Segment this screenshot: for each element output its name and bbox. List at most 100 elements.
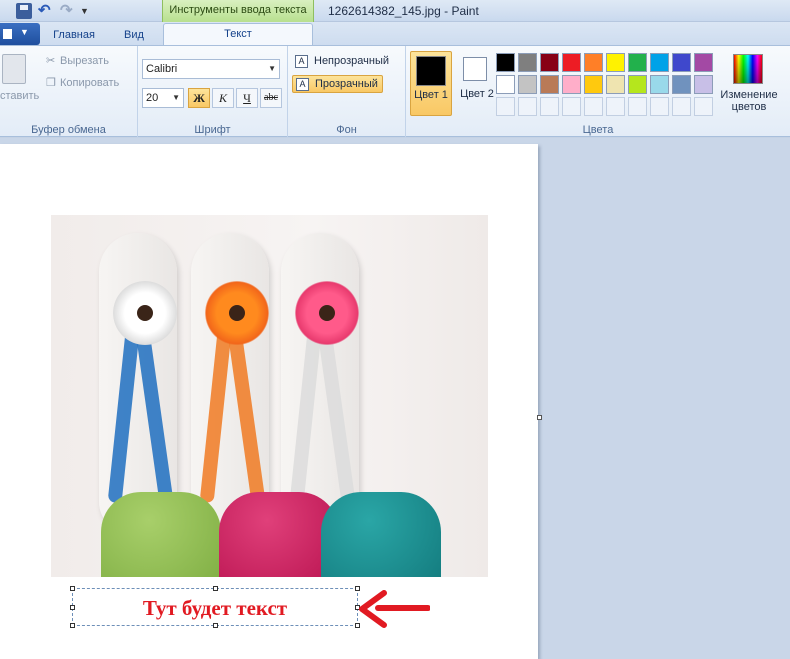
background-group-label: Фон [336, 124, 357, 136]
color-spectrum-icon [733, 54, 763, 84]
chevron-down-icon: ▼ [268, 64, 276, 73]
transparent-icon: A [296, 78, 309, 91]
copy-button[interactable]: ❐ Копировать [46, 75, 119, 91]
font-family-select[interactable]: Calibri ▼ [142, 59, 280, 79]
color-swatch[interactable] [672, 97, 691, 116]
canvas-photo [51, 215, 488, 577]
color-swatch[interactable] [540, 97, 559, 116]
color-swatch[interactable] [518, 97, 537, 116]
color-swatch[interactable] [650, 75, 669, 94]
flower-image [113, 281, 177, 345]
color2-button[interactable]: Цвет 2 [458, 51, 496, 116]
sandal-strap [316, 322, 356, 504]
resize-handle[interactable] [213, 623, 218, 628]
canvas-text[interactable]: Тут будет текст [73, 596, 357, 621]
window-title: 1262614382_145.jpg - Paint [328, 4, 479, 18]
sandal-image [191, 233, 269, 533]
clipboard-group: ставить ✂ Вырезать ❐ Копировать Буфер обме… [0, 46, 138, 138]
color-swatch[interactable] [606, 75, 625, 94]
clipboard-group-label: Буфер обмена [31, 124, 106, 136]
tab-home[interactable]: Главная [44, 26, 104, 46]
font-size-value: 20 [146, 92, 159, 104]
color-swatch[interactable] [650, 53, 669, 72]
color-swatch[interactable] [694, 53, 713, 72]
color-swatch[interactable] [518, 75, 537, 94]
color-swatch[interactable] [540, 75, 559, 94]
paste-button[interactable]: ставить [0, 90, 39, 102]
color-swatch[interactable] [606, 97, 625, 116]
sandal-strap [226, 322, 266, 504]
color-swatch[interactable] [496, 53, 515, 72]
color-swatch[interactable] [628, 97, 647, 116]
transparent-label: Прозрачный [315, 78, 378, 90]
transparent-button[interactable]: A Прозрачный [292, 75, 383, 93]
canvas-workspace: Тут будет текст [0, 138, 790, 659]
edit-colors-button[interactable]: Изменение цветов [716, 52, 782, 116]
color-swatch[interactable] [540, 53, 559, 72]
text-input-box[interactable]: Тут будет текст [70, 586, 360, 628]
underline-button[interactable]: Ч [236, 88, 258, 108]
title-bar: ↶ ↷ ▼ Инструменты ввода текста 126261438… [0, 0, 790, 22]
strikethrough-button[interactable]: abc [260, 88, 282, 108]
flower-image [295, 281, 359, 345]
tab-text[interactable]: Текст [163, 23, 313, 47]
sandal-image [281, 233, 359, 533]
color-swatch[interactable] [694, 97, 713, 116]
color-swatch[interactable] [628, 53, 647, 72]
font-group: Calibri ▼ 20 ▼ Ж К Ч abc Шрифт [138, 46, 288, 138]
color-swatch[interactable] [518, 53, 537, 72]
save-icon[interactable] [16, 3, 32, 19]
color1-button[interactable]: Цвет 1 [410, 51, 452, 116]
color-swatch[interactable] [496, 97, 515, 116]
color-swatch[interactable] [672, 53, 691, 72]
color2-swatch [463, 57, 487, 81]
sandal-strap [199, 322, 233, 504]
color-swatch[interactable] [694, 75, 713, 94]
towel-image [101, 492, 221, 577]
background-group: A Непрозрачный A Прозрачный Фон [288, 46, 406, 138]
color2-label: Цвет 2 [460, 88, 494, 100]
font-size-select[interactable]: 20 ▼ [142, 88, 184, 108]
ribbon-tabs: ▼ Главная Вид Текст [0, 22, 790, 47]
cut-button[interactable]: ✂ Вырезать [46, 53, 109, 69]
color-swatch[interactable] [562, 75, 581, 94]
colors-group-label: Цвета [582, 124, 614, 136]
resize-handle[interactable] [70, 623, 75, 628]
italic-button[interactable]: К [212, 88, 234, 108]
paste-icon[interactable] [2, 54, 26, 84]
colors-group: Цвет 1 Цвет 2 Изменение цветов Цвета [406, 46, 790, 138]
color-swatch[interactable] [650, 97, 669, 116]
edit-colors-label: Изменение цветов [720, 89, 778, 113]
color-swatch[interactable] [672, 75, 691, 94]
drawing-canvas[interactable]: Тут будет текст [0, 144, 538, 659]
chevron-down-icon: ▼ [20, 27, 29, 37]
font-group-label: Шрифт [194, 124, 231, 136]
ribbon: ставить ✂ Вырезать ❐ Копировать Буфер обме… [0, 45, 790, 138]
tab-view[interactable]: Вид [114, 26, 154, 46]
sandal-strap [107, 322, 141, 504]
color-swatch[interactable] [628, 75, 647, 94]
color-swatch[interactable] [562, 53, 581, 72]
color-swatch[interactable] [606, 53, 625, 72]
app-menu-button[interactable]: ▼ [0, 23, 40, 45]
font-family-value: Calibri [146, 63, 178, 75]
color-swatch[interactable] [584, 53, 603, 72]
bold-button[interactable]: Ж [188, 88, 210, 108]
resize-handle[interactable] [213, 586, 218, 591]
color-swatch[interactable] [584, 75, 603, 94]
scissors-icon: ✂ [46, 55, 56, 67]
opaque-button[interactable]: A Непрозрачный [292, 53, 393, 71]
color1-label: Цвет 1 [414, 89, 448, 101]
color-swatch[interactable] [584, 97, 603, 116]
quick-access-menu-icon[interactable]: ▼ [80, 3, 96, 19]
resize-handle[interactable] [70, 586, 75, 591]
app-menu-icon [3, 29, 12, 39]
sandal-strap [134, 322, 174, 504]
chevron-down-icon: ▼ [172, 93, 180, 102]
undo-icon[interactable]: ↶ [38, 3, 54, 19]
color-swatch[interactable] [496, 75, 515, 94]
canvas-resize-handle[interactable] [537, 415, 542, 420]
copy-icon: ❐ [46, 77, 56, 89]
color-swatch[interactable] [562, 97, 581, 116]
redo-icon[interactable]: ↷ [60, 3, 76, 19]
